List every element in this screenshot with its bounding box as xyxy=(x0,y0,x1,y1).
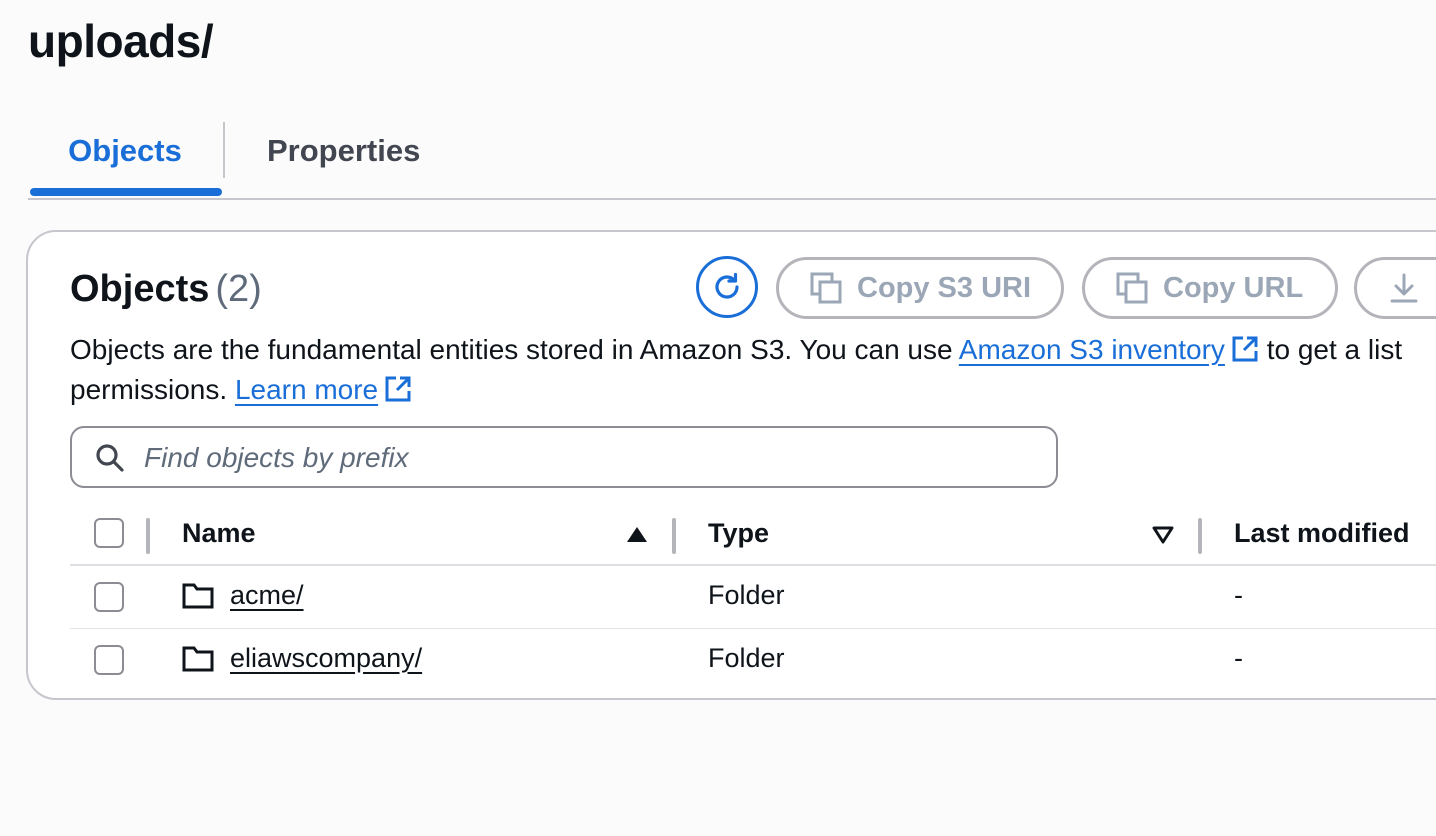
column-header-name[interactable]: Name xyxy=(182,518,256,549)
object-last-modified: - xyxy=(1234,643,1243,673)
copy-url-label: Copy URL xyxy=(1163,271,1304,304)
sort-ascending-icon[interactable] xyxy=(626,526,648,544)
s3-inventory-link-label: Amazon S3 inventory xyxy=(958,334,1225,365)
description-text-2: to get a list xyxy=(1258,334,1403,365)
column-header-last-modified[interactable]: Last modified xyxy=(1234,518,1410,549)
objects-panel: Objects (2) Copy S3 URI Copy URL Objects… xyxy=(26,230,1436,700)
objects-panel-title: Objects xyxy=(70,268,210,310)
tab-divider xyxy=(223,122,225,178)
active-tab-indicator xyxy=(30,188,222,196)
download-button[interactable] xyxy=(1354,257,1436,319)
objects-panel-header: Objects (2) xyxy=(70,268,262,311)
folder-icon xyxy=(182,583,214,609)
page-title: uploads/ xyxy=(28,15,214,67)
table-header: Name Type Last modified xyxy=(70,504,1436,566)
column-separator[interactable] xyxy=(672,518,676,554)
folder-icon xyxy=(182,646,214,672)
object-type: Folder xyxy=(708,580,785,610)
search-input[interactable] xyxy=(142,436,1046,480)
tab-properties-label: Properties xyxy=(267,133,421,168)
table-row: eliawscompany/ Folder - xyxy=(70,629,1436,691)
description-text-3: permissions. xyxy=(70,374,235,405)
object-last-modified: - xyxy=(1234,580,1243,610)
tab-properties[interactable]: Properties xyxy=(267,120,420,182)
learn-more-link-label: Learn more xyxy=(234,374,379,405)
refresh-button[interactable] xyxy=(696,256,758,318)
table-row: acme/ Folder - xyxy=(70,566,1436,629)
tab-objects[interactable]: Objects xyxy=(28,120,222,196)
copy-url-button[interactable]: Copy URL xyxy=(1082,257,1338,319)
external-link-icon xyxy=(1232,336,1258,362)
row-checkbox[interactable] xyxy=(94,645,124,675)
column-separator[interactable] xyxy=(1198,518,1202,554)
copy-s3-uri-button[interactable]: Copy S3 URI xyxy=(776,257,1064,319)
column-separator xyxy=(146,518,150,554)
download-icon xyxy=(1390,273,1418,303)
objects-description: Objects are the fundamental entities sto… xyxy=(70,330,1436,410)
tab-objects-label: Objects xyxy=(68,133,182,168)
copy-icon xyxy=(1116,272,1148,304)
objects-table: Name Type Last modified acme/ Folder - e… xyxy=(70,504,1436,691)
search-icon xyxy=(96,444,124,472)
objects-count: (2) xyxy=(215,268,262,310)
copy-s3-uri-label: Copy S3 URI xyxy=(857,271,1032,304)
s3-folder-page: uploads/ Objects Properties Objects (2) C… xyxy=(0,0,1436,836)
refresh-icon xyxy=(715,272,739,299)
row-checkbox[interactable] xyxy=(94,582,124,612)
search-box xyxy=(70,426,1058,488)
s3-inventory-link[interactable]: Amazon S3 inventory xyxy=(959,334,1259,365)
select-all-checkbox[interactable] xyxy=(94,518,124,548)
object-name-link[interactable]: acme/ xyxy=(230,580,304,611)
tab-bar: Objects Properties xyxy=(28,120,1436,200)
description-text-1: Objects are the fundamental entities sto… xyxy=(70,334,959,365)
learn-more-link[interactable]: Learn more xyxy=(235,374,412,405)
column-header-type[interactable]: Type xyxy=(708,518,769,549)
sort-descending-icon[interactable] xyxy=(1152,526,1174,544)
copy-icon xyxy=(810,272,842,304)
object-type: Folder xyxy=(708,643,785,673)
object-name-link[interactable]: eliawscompany/ xyxy=(230,643,422,674)
external-link-icon xyxy=(385,376,411,402)
